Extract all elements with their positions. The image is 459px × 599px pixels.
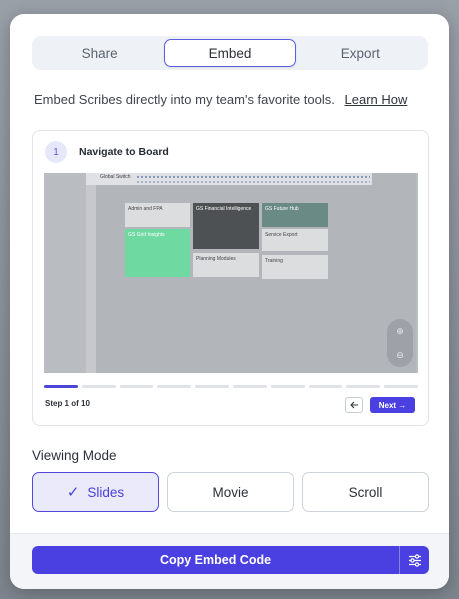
progress-segment[interactable] [195,385,229,388]
embed-settings-button[interactable] [399,546,429,574]
embed-description: Embed Scribes directly into my team's fa… [34,92,434,107]
zoom-in-icon[interactable]: ⊕ [396,326,404,337]
screenshot-tile: Training [262,255,328,279]
tab-share[interactable]: Share [35,39,164,67]
sliders-icon [408,553,421,567]
screenshot-board-title: Global Switch [100,174,131,180]
learn-how-link[interactable]: Learn How [345,92,408,107]
screenshot-sidebar [86,185,96,373]
screenshot-highlight-dots [136,175,370,179]
modal-footer: Copy Embed Code [10,533,449,589]
mode-label: Scroll [348,484,383,500]
progress-segment[interactable] [119,385,154,388]
progress-segment[interactable] [270,385,305,388]
tab-embed[interactable]: Embed [164,39,296,67]
viewing-mode-label: Viewing Mode [32,448,117,463]
step-number-badge: 1 [45,141,67,163]
progress-segment[interactable] [308,385,343,388]
tab-bar: Share Embed Export [32,36,428,70]
viewing-mode-options: ✓ Slides Movie Scroll [32,472,429,512]
step-title: Navigate to Board [79,146,169,158]
copy-embed-code-button[interactable]: Copy Embed Code [32,546,399,574]
screenshot-tile: Service Export [262,229,328,251]
mode-label: Slides [87,484,125,500]
step-screenshot: Global Switch Admin and FPA GS Grid Insi… [44,173,418,373]
screenshot-tile: GS Financial Intelligence [193,203,259,249]
check-icon: ✓ [66,484,80,501]
previous-step-button[interactable] [345,397,363,413]
progress-segment[interactable] [384,385,418,388]
scribe-preview: 1 Navigate to Board Global Switch Admin … [32,130,429,426]
mode-label: Movie [212,484,249,500]
screenshot-tile: GS Grid Insights [125,229,190,277]
screenshot-highlight-dots-2 [136,180,370,184]
screenshot-tile: Admin and FPA [125,203,190,227]
description-text: Embed Scribes directly into my team's fa… [34,92,335,107]
mode-scroll-button[interactable]: Scroll [302,472,429,512]
progress-segment[interactable] [157,385,192,388]
progress-segment[interactable] [346,385,381,388]
progress-segment[interactable] [232,385,267,388]
embed-modal: Share Embed Export Embed Scribes directl… [10,14,449,589]
screenshot-tile: Planning Modules [193,253,259,277]
step-header: 1 Navigate to Board [45,141,169,163]
progress-segment[interactable] [44,385,78,388]
zoom-out-icon[interactable]: ⊖ [396,350,404,361]
mode-movie-button[interactable]: Movie [167,472,294,512]
copy-embed-group: Copy Embed Code [32,546,429,574]
tab-export[interactable]: Export [296,39,425,67]
step-counter: Step 1 of 10 [45,399,90,408]
step-progress [44,385,418,388]
zoom-controls: ⊕ ⊖ [387,319,413,367]
mode-slides-button[interactable]: ✓ Slides [32,472,159,512]
screenshot-tile: GS Future Hub [262,203,328,227]
arrow-left-icon [349,401,358,409]
next-step-button[interactable]: Next → [370,397,415,413]
progress-segment[interactable] [81,385,116,388]
